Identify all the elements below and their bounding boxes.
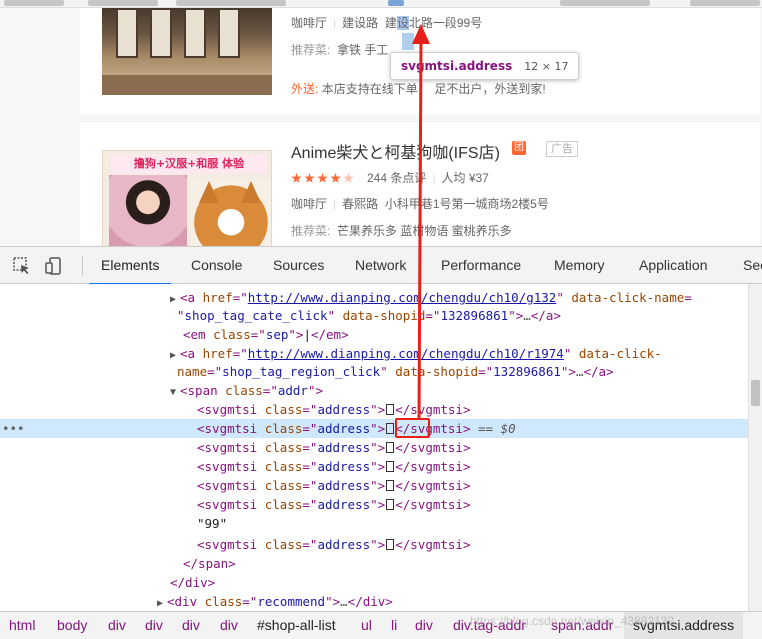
inspect-tooltip: svgmtsi.address 12 × 17	[390, 52, 580, 80]
dom-node-svgmtsi[interactable]: <svgmtsi class="address"> </svgmtsi>	[197, 476, 748, 495]
shop-recommend-line: 推荐菜: 拿铁 手工	[291, 43, 389, 57]
breadcrumb-item[interactable]: div	[182, 612, 200, 639]
breadcrumb-item[interactable]: div	[415, 612, 433, 639]
average-price: 人均 ¥37	[441, 171, 489, 185]
tab-memory[interactable]: Memory	[554, 247, 605, 284]
breadcrumb-item[interactable]: div	[220, 612, 238, 639]
shop-recommend-line-2: 推荐菜: 芒果养乐多 蓝柑物语 蜜桃养乐多	[291, 224, 512, 238]
tab-sources[interactable]: Sources	[273, 247, 324, 284]
shop-address-2: 小科甲巷1号第一城商场2楼5号	[384, 197, 549, 211]
dom-node-svgmtsi[interactable]: <svgmtsi class="address"> </svgmtsi>	[197, 495, 748, 514]
recommend-dishes[interactable]: 拿铁 手工	[337, 43, 388, 57]
ad-badge: 广告	[546, 141, 578, 157]
shop-address: 建设北路一段99号	[384, 16, 483, 30]
highlighted-address-glyph[interactable]: 设	[396, 16, 409, 30]
shop-region-link[interactable]: 建设路	[342, 16, 378, 30]
tab-security[interactable]: Sec	[743, 247, 762, 284]
tab-elements[interactable]: Elements	[88, 247, 172, 285]
dom-node-em-sep[interactable]: <em class="sep">|</em>	[183, 325, 748, 344]
dom-node-div-recommend[interactable]: ▶ <div class="recommend">…</div>	[157, 592, 748, 611]
shop-thumbnail-2[interactable]: 撸狗+汉服+和服 体验	[102, 150, 272, 246]
dom-node-svgmtsi[interactable]: <svgmtsi class="address"> </svgmtsi>	[197, 535, 748, 554]
review-count-link[interactable]: 244 条点评	[367, 171, 426, 185]
breadcrumb-item[interactable]: ul	[361, 612, 372, 639]
breadcrumb-item[interactable]: #shop-all-list	[257, 612, 336, 639]
dom-text-node[interactable]: "99"	[197, 514, 748, 533]
rating-stars	[291, 172, 355, 185]
shop-category-link[interactable]: 咖啡厅	[291, 16, 327, 30]
dom-tree-scrollbar[interactable]	[748, 284, 762, 611]
shop-thumbnail-1[interactable]	[102, 8, 272, 95]
thumbnail-banner: 撸狗+汉服+和服 体验	[111, 154, 267, 174]
rating-star-icon	[304, 172, 315, 183]
annotation-red-box	[395, 418, 430, 438]
rating-star-icon	[291, 172, 302, 183]
dom-node-a-region[interactable]: ▶ <a href="http://www.dianping.com/chengd…	[170, 344, 748, 363]
recommend-dishes-2[interactable]: 芒果养乐多 蓝柑物语 蜜桃养乐多	[337, 224, 512, 238]
dom-node-svgmtsi[interactable]: <svgmtsi class="address"> </svgmtsi>	[197, 400, 748, 419]
breadcrumb-item[interactable]: html	[9, 612, 35, 639]
group-buy-badge[interactable]: 团	[512, 141, 526, 155]
breadcrumb-item[interactable]: div	[108, 612, 126, 639]
tab-console[interactable]: Console	[191, 247, 242, 284]
elements-dom-tree: ▶ <a href="http://www.dianping.com/chengd…	[0, 284, 748, 611]
shop-tag-line: 咖啡厅 | 建设路 建设北路一段99号	[291, 16, 483, 30]
tab-application[interactable]: Application	[639, 247, 708, 284]
browser-tab-strip	[0, 0, 762, 8]
breadcrumb-item[interactable]: li	[391, 612, 397, 639]
device-toolbar-icon[interactable]	[44, 256, 64, 276]
shop-listing-2: 撸狗+汉服+和服 体验 Anime柴犬と柯基狗咖(IFS店) 团 广告 244 …	[80, 121, 760, 246]
dom-node-a-cate[interactable]: ▶ <a href="http://www.dianping.com/chengd…	[170, 288, 748, 307]
inspect-element-icon[interactable]	[12, 256, 32, 276]
tab-performance[interactable]: Performance	[441, 247, 521, 284]
tooltip-arrow	[412, 45, 426, 52]
dom-close-div[interactable]: </div>	[170, 573, 748, 592]
dom-node-svgmtsi[interactable]: <svgmtsi class="address"> </svgmtsi>	[197, 457, 748, 476]
shop-tag-line-2: 咖啡厅 | 春熙路 小科甲巷1号第一城商场2楼5号	[291, 197, 549, 211]
page-viewport: 咖啡厅 | 建设路 建设北路一段99号 推荐菜: 拿铁 手工 外送: 本店支持在线下…	[0, 8, 762, 246]
breadcrumb-item[interactable]: div	[145, 612, 163, 639]
dom-node-svgmtsi-selected[interactable]: ••• <svgmtsi class="address"> </svgmtsi> …	[0, 419, 748, 438]
rating-star-icon	[317, 172, 328, 183]
shop-rating-line: 244 条点评 | 人均 ¥37	[291, 169, 489, 186]
rating-star-icon	[330, 172, 341, 183]
scrollbar-thumb[interactable]	[751, 380, 760, 406]
shop-category-link-2[interactable]: 咖啡厅	[291, 197, 327, 211]
devtools-tab-bar: Elements Console Sources Network Perform…	[0, 246, 762, 285]
shop-delivery-line: 外送: 本店支持在线下单 足不出户，外送到家!	[291, 82, 546, 96]
tab-network[interactable]: Network	[355, 247, 406, 284]
dom-node-svgmtsi[interactable]: <svgmtsi class="address"> </svgmtsi>	[197, 438, 748, 457]
dom-node-a-region-cont[interactable]: name="shop_tag_region_click" data-shopid…	[177, 362, 748, 381]
dom-close-span[interactable]: </span>	[183, 554, 748, 573]
breadcrumb-item[interactable]: body	[57, 612, 87, 639]
dom-node-a-cate-cont[interactable]: "shop_tag_cate_click" data-shopid="13289…	[177, 306, 748, 325]
dom-node-span-addr[interactable]: ▼ <span class="addr">	[170, 381, 748, 400]
watermark: https://blog.csdn.net/weixin_43882132	[470, 614, 675, 628]
rating-star-icon	[343, 172, 354, 183]
shop-title[interactable]: Anime柴犬と柯基狗咖(IFS店)	[291, 139, 500, 163]
shop-region-link-2[interactable]: 春熙路	[342, 197, 378, 211]
